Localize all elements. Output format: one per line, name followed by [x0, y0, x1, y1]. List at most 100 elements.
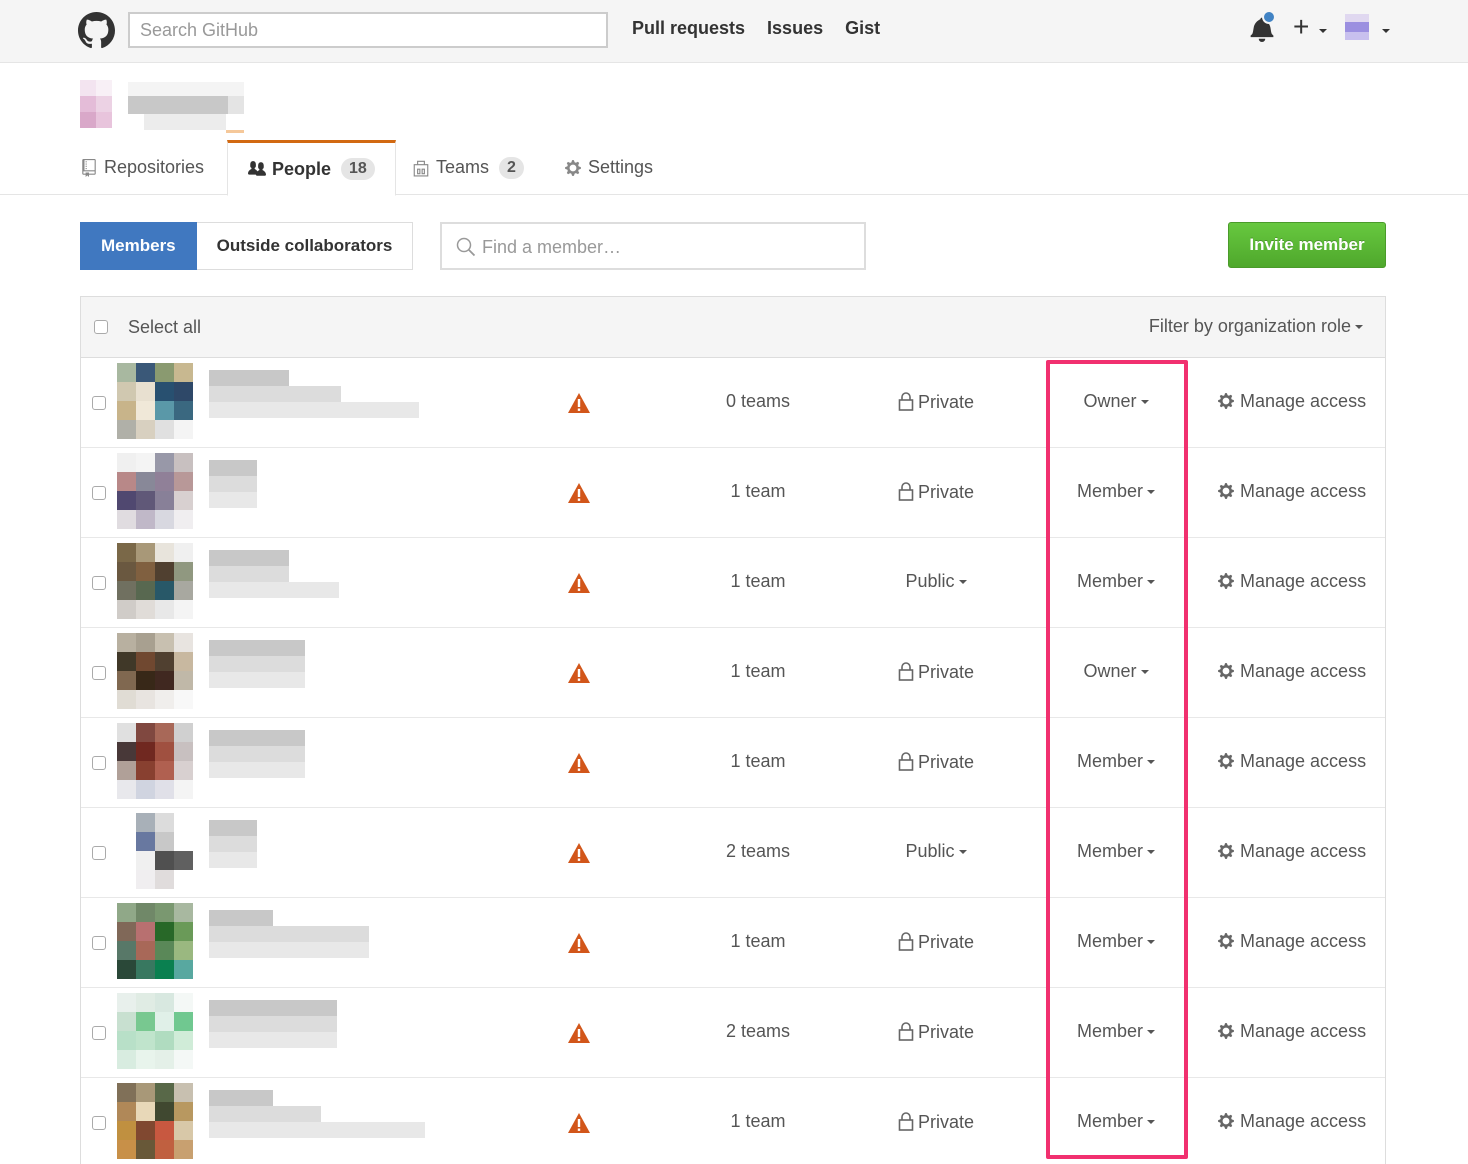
- role-label: Member: [1076, 841, 1143, 861]
- alert-icon[interactable]: [567, 572, 591, 594]
- member-teams-link[interactable]: 2 teams: [681, 1021, 835, 1042]
- alert-icon[interactable]: [567, 932, 591, 954]
- invite-member-button[interactable]: Invite member: [1228, 222, 1386, 268]
- member-teams-link[interactable]: 1 team: [681, 481, 835, 502]
- notification-dot: [1262, 10, 1276, 24]
- member-checkbox[interactable]: [92, 1026, 106, 1040]
- member-name[interactable]: [209, 640, 429, 706]
- member-teams-link[interactable]: 2 teams: [681, 841, 835, 862]
- select-all-label[interactable]: Select all: [128, 317, 201, 338]
- member-name[interactable]: [209, 370, 429, 436]
- alert-icon[interactable]: [567, 392, 591, 414]
- manage-access-button[interactable]: Manage access: [1217, 391, 1366, 412]
- member-checkbox[interactable]: [92, 396, 106, 410]
- member-checkbox[interactable]: [92, 1116, 106, 1130]
- table-row: 1 team Private Member Manage access: [81, 448, 1385, 538]
- manage-access-button[interactable]: Manage access: [1217, 1021, 1366, 1042]
- role-label: Member: [1076, 751, 1143, 771]
- member-teams-link[interactable]: 1 team: [681, 751, 835, 772]
- member-checkbox[interactable]: [92, 846, 106, 860]
- member-name[interactable]: [209, 820, 429, 886]
- tab-label: People: [272, 158, 332, 179]
- member-name[interactable]: [209, 730, 429, 796]
- alert-icon[interactable]: [567, 752, 591, 774]
- alert-icon[interactable]: [567, 842, 591, 864]
- manage-access-button[interactable]: Manage access: [1217, 571, 1366, 592]
- search-input[interactable]: [128, 12, 608, 48]
- member-name[interactable]: [209, 910, 429, 976]
- tab-teams[interactable]: Teams 2: [412, 140, 524, 195]
- member-checkbox[interactable]: [92, 486, 106, 500]
- chevron-down-icon: [1147, 1030, 1155, 1035]
- manage-access-button[interactable]: Manage access: [1217, 661, 1366, 682]
- role-dropdown[interactable]: Owner: [1051, 391, 1181, 412]
- alert-icon[interactable]: [567, 1112, 591, 1134]
- member-checkbox[interactable]: [92, 936, 106, 950]
- tab-people[interactable]: People 18: [227, 140, 396, 196]
- github-logo-icon[interactable]: [78, 12, 115, 49]
- role-dropdown[interactable]: Member: [1051, 931, 1181, 952]
- role-dropdown[interactable]: Member: [1051, 481, 1181, 502]
- role-dropdown[interactable]: Member: [1051, 1111, 1181, 1132]
- member-checkbox[interactable]: [92, 666, 106, 680]
- chevron-down-icon: [1147, 580, 1155, 585]
- member-name[interactable]: [209, 550, 429, 616]
- role-dropdown[interactable]: Member: [1051, 751, 1181, 772]
- tab-settings[interactable]: Settings: [564, 140, 653, 195]
- member-avatar[interactable]: [117, 993, 193, 1069]
- people-count-badge: 18: [341, 158, 375, 180]
- filter-role-dropdown[interactable]: Filter by organization role: [1149, 316, 1363, 337]
- find-member-input[interactable]: [482, 233, 852, 261]
- alert-icon[interactable]: [567, 1022, 591, 1044]
- role-dropdown[interactable]: Member: [1051, 841, 1181, 862]
- nav-gist[interactable]: Gist: [845, 18, 880, 39]
- member-avatar[interactable]: [117, 903, 193, 979]
- table-row: 1 team Public Member Manage access: [81, 538, 1385, 628]
- chevron-down-icon[interactable]: [1382, 29, 1390, 33]
- member-avatar[interactable]: [117, 1083, 193, 1159]
- select-all-checkbox[interactable]: [94, 320, 108, 334]
- member-avatar[interactable]: [117, 723, 193, 799]
- member-avatar[interactable]: [117, 633, 193, 709]
- create-new-button[interactable]: +: [1293, 12, 1327, 42]
- members-button[interactable]: Members: [80, 222, 197, 270]
- member-checkbox[interactable]: [92, 576, 106, 590]
- member-name[interactable]: [209, 1000, 429, 1066]
- nav-issues[interactable]: Issues: [767, 18, 823, 39]
- manage-access-button[interactable]: Manage access: [1217, 1111, 1366, 1132]
- manage-access-button[interactable]: Manage access: [1217, 841, 1366, 862]
- nav-pull-requests[interactable]: Pull requests: [632, 18, 745, 39]
- member-teams-link[interactable]: 1 team: [681, 931, 835, 952]
- tab-repositories[interactable]: Repositories: [80, 140, 204, 195]
- chevron-down-icon: [958, 850, 967, 855]
- outside-collaborators-button[interactable]: Outside collaborators: [196, 222, 414, 270]
- visibility-dropdown[interactable]: Public: [861, 841, 1011, 862]
- manage-access-button[interactable]: Manage access: [1217, 481, 1366, 502]
- member-teams-link[interactable]: 1 team: [681, 571, 835, 592]
- role-dropdown[interactable]: Owner: [1051, 661, 1181, 682]
- member-name[interactable]: [209, 1090, 429, 1156]
- member-checkbox[interactable]: [92, 756, 106, 770]
- member-name[interactable]: [209, 460, 429, 526]
- find-member-field[interactable]: [440, 222, 866, 270]
- alert-icon[interactable]: [567, 482, 591, 504]
- alert-icon[interactable]: [567, 662, 591, 684]
- member-avatar[interactable]: [117, 813, 193, 889]
- role-dropdown[interactable]: Member: [1051, 1021, 1181, 1042]
- role-dropdown[interactable]: Member: [1051, 571, 1181, 592]
- member-teams-link[interactable]: 0 teams: [681, 391, 835, 412]
- member-avatar[interactable]: [117, 543, 193, 619]
- user-avatar[interactable]: [1345, 14, 1369, 44]
- manage-access-button[interactable]: Manage access: [1217, 931, 1366, 952]
- role-label: Owner: [1083, 661, 1137, 681]
- member-teams-link[interactable]: 1 team: [681, 1111, 835, 1132]
- visibility-label: Private: [917, 752, 975, 772]
- member-avatar[interactable]: [117, 363, 193, 439]
- manage-access-button[interactable]: Manage access: [1217, 751, 1366, 772]
- visibility-dropdown[interactable]: Public: [861, 571, 1011, 592]
- member-teams-link[interactable]: 1 team: [681, 661, 835, 682]
- role-label: Owner: [1083, 391, 1137, 411]
- gear-icon: [1218, 1023, 1234, 1039]
- member-avatar[interactable]: [117, 453, 193, 529]
- member-type-switcher: Members Outside collaborators: [80, 222, 414, 270]
